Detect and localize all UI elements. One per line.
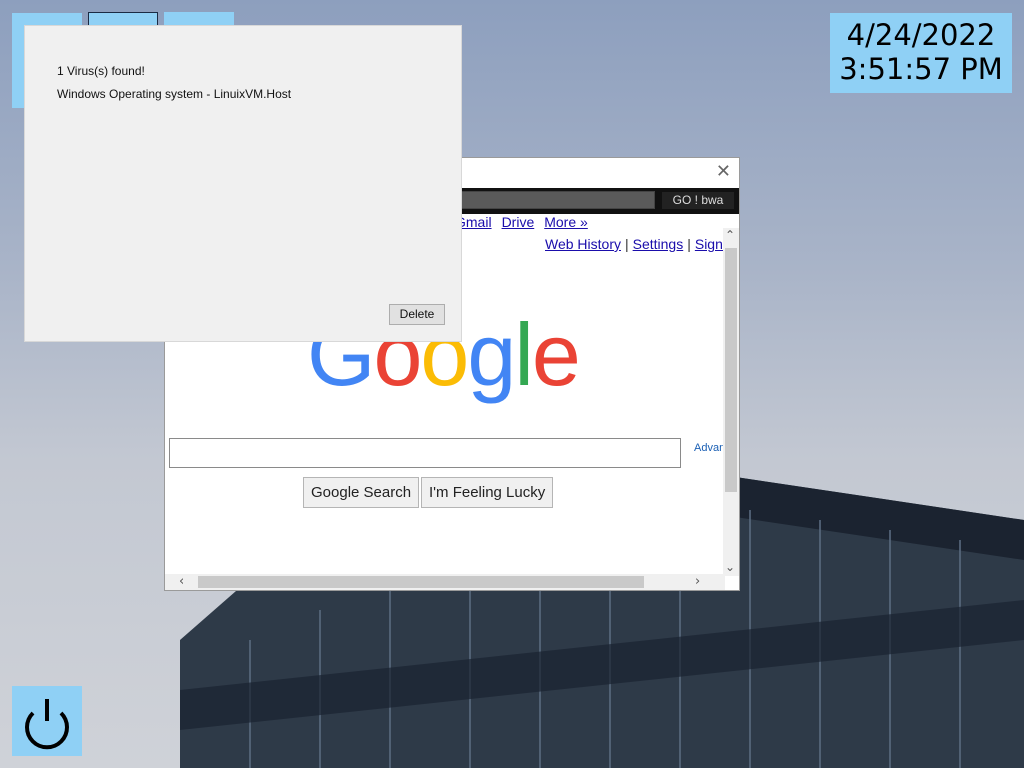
virus-alert-dialog: 1 Virus(s) found! Windows Operating syst…: [25, 26, 461, 341]
close-icon[interactable]: ✕: [716, 162, 731, 182]
power-icon: [25, 699, 69, 750]
scroll-thumb[interactable]: [198, 576, 644, 588]
virus-detail-text: Windows Operating system - LinuixVM.Host: [57, 87, 292, 101]
logo-letter: l: [514, 305, 534, 404]
feeling-lucky-button[interactable]: I'm Feeling Lucky: [421, 477, 554, 508]
advanced-search-link[interactable]: Advan: [694, 442, 725, 454]
search-input[interactable]: [169, 438, 681, 468]
horizontal-scrollbar[interactable]: ‹ ›: [165, 574, 725, 590]
top-links: Gmail Drive More »: [455, 214, 598, 232]
scroll-left-icon[interactable]: ‹: [179, 574, 184, 589]
account-links: Web History|Settings|Sign in: [545, 236, 725, 252]
separator: |: [687, 236, 691, 252]
logo-letter: g: [467, 305, 516, 404]
scroll-thumb[interactable]: [725, 248, 737, 492]
scroll-up-icon[interactable]: ⌃: [725, 228, 735, 242]
scroll-down-icon[interactable]: ⌄: [725, 560, 735, 574]
link-sign-in[interactable]: Sign in: [695, 236, 725, 252]
clock-date: 4/24/2022: [846, 18, 996, 52]
link-settings[interactable]: Settings: [633, 236, 684, 252]
delete-button[interactable]: Delete: [389, 304, 445, 325]
virus-count-text: 1 Virus(s) found!: [57, 64, 145, 78]
clock-time: 3:51:57 PM: [839, 52, 1003, 86]
logo-letter: e: [531, 305, 581, 404]
power-button[interactable]: [12, 686, 82, 756]
vertical-scrollbar[interactable]: ⌃ ⌄: [723, 228, 739, 576]
link-web-history[interactable]: Web History: [545, 236, 621, 252]
link-drive[interactable]: Drive: [502, 214, 535, 230]
separator: |: [624, 236, 629, 252]
clock-widget: 4/24/2022 3:51:57 PM: [830, 13, 1012, 93]
go-button[interactable]: GO ! bwa: [662, 192, 734, 209]
link-more[interactable]: More »: [544, 214, 588, 230]
google-search-button[interactable]: Google Search: [303, 477, 420, 508]
scroll-right-icon[interactable]: ›: [695, 574, 700, 589]
